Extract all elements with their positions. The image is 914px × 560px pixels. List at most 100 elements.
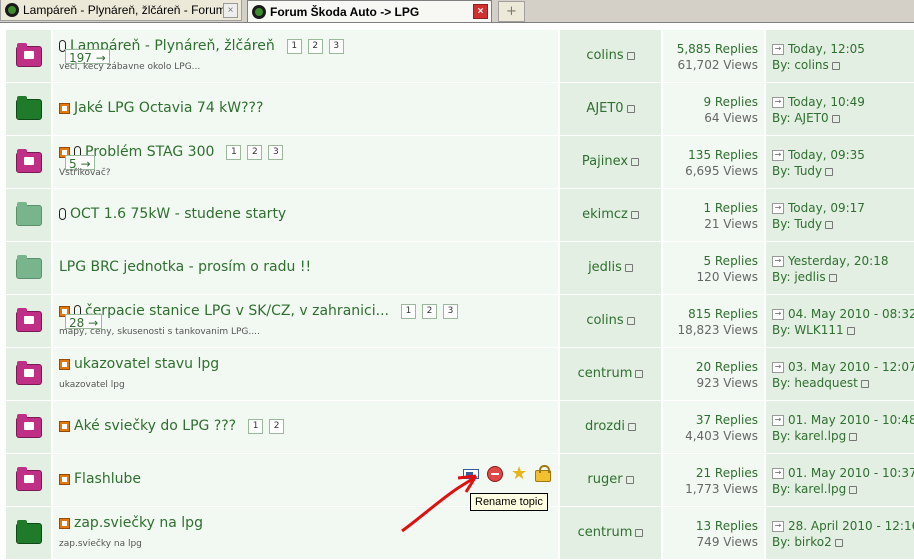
page-link[interactable]: 1 [226, 144, 242, 160]
starter-link[interactable]: centrum [578, 525, 633, 540]
browser-tab-lampar[interactable]: Lampáreň - Plynáreň, žlčáreň - Forum Š..… [0, 0, 242, 21]
profile-popup-icon[interactable] [635, 369, 644, 378]
starter-link[interactable]: Pajinex [582, 154, 628, 169]
profile-popup-icon[interactable] [635, 528, 644, 537]
replies-count[interactable]: 1 Replies [703, 200, 758, 216]
new-tab-button[interactable]: + [498, 1, 525, 22]
last-post-date[interactable]: Today, 10:49 [788, 95, 865, 109]
profile-popup-icon[interactable] [834, 538, 843, 547]
page-link[interactable]: 2 [269, 418, 285, 434]
goto-last-post-icon[interactable]: → [772, 362, 784, 373]
last-post-date[interactable]: 01. May 2010 - 10:37 [788, 466, 914, 480]
topic-title-link[interactable]: LPG BRC jednotka - prosím o radu !! [59, 259, 311, 275]
profile-popup-icon[interactable] [860, 379, 869, 388]
last-post-author[interactable]: By: headquest [772, 376, 858, 390]
last-post-author[interactable]: By: Tudy [772, 164, 822, 178]
last-post-date[interactable]: Today, 09:17 [788, 201, 865, 215]
last-post-author[interactable]: By: karel.lpg [772, 429, 846, 443]
page-link[interactable]: 2 [247, 144, 263, 160]
last-post-author[interactable]: By: karel.lpg [772, 482, 846, 496]
goto-last-post-icon[interactable]: → [772, 256, 784, 267]
last-post-date[interactable]: Yesterday, 20:18 [788, 254, 888, 268]
starter-link[interactable]: ruger [587, 472, 622, 487]
replies-count[interactable]: 13 Replies [696, 518, 758, 534]
lock-topic-icon[interactable] [535, 465, 551, 482]
page-link[interactable]: 1 [248, 418, 264, 434]
browser-tab-forum-lpg[interactable]: Forum Škoda Auto -> LPG × [247, 0, 492, 22]
topic-title-link[interactable]: čerpacie stanice LPG v SK/CZ, v zahranic… [85, 303, 389, 319]
topic-title-link[interactable]: Aké sviečky do LPG ??? [74, 418, 236, 434]
last-post-author[interactable]: By: birko2 [772, 535, 832, 549]
profile-popup-icon[interactable] [831, 114, 840, 123]
starter-link[interactable]: jedlis [588, 260, 622, 275]
starter-link[interactable]: centrum [578, 366, 633, 381]
replies-count[interactable]: 5 Replies [697, 253, 758, 269]
close-tab-icon[interactable]: × [473, 4, 488, 19]
goto-last-post-icon[interactable]: → [772, 521, 784, 532]
last-post-author[interactable]: By: Tudy [772, 217, 822, 231]
goto-last-post-icon[interactable]: → [772, 150, 784, 161]
profile-popup-icon[interactable] [825, 167, 834, 176]
last-post-date[interactable]: Today, 12:05 [788, 42, 865, 56]
last-post-cell: → 28. April 2010 - 12:16 By: birko2 [766, 507, 914, 559]
replies-count[interactable]: 37 Replies [685, 412, 758, 428]
page-link[interactable]: 2 [307, 38, 323, 54]
goto-last-post-icon[interactable]: → [772, 468, 784, 479]
pin-star-icon[interactable]: ★ [511, 465, 527, 483]
profile-popup-icon[interactable] [626, 51, 635, 60]
last-post-author[interactable]: By: colins [772, 58, 829, 72]
starter-link[interactable]: AJET0 [586, 101, 623, 116]
replies-count[interactable]: 9 Replies [703, 94, 758, 110]
delete-topic-icon[interactable] [487, 466, 503, 482]
page-link[interactable]: 3 [268, 144, 284, 160]
profile-popup-icon[interactable] [825, 220, 834, 229]
replies-count[interactable]: 21 Replies [685, 465, 758, 481]
starter-link[interactable]: ekimcz [582, 207, 628, 222]
profile-popup-icon[interactable] [626, 104, 635, 113]
replies-count[interactable]: 5,885 Replies [677, 41, 758, 57]
close-tab-icon[interactable]: × [223, 2, 238, 18]
page-link[interactable]: 2 [421, 303, 437, 319]
goto-last-post-icon[interactable]: → [772, 415, 784, 426]
goto-last-post-icon[interactable]: → [772, 309, 784, 320]
last-post-author[interactable]: By: WLK111 [772, 323, 844, 337]
profile-popup-icon[interactable] [846, 326, 855, 335]
profile-popup-icon[interactable] [627, 422, 636, 431]
last-post-date[interactable]: 28. April 2010 - 12:16 [788, 519, 914, 533]
topic-title-link[interactable]: Jaké LPG Octavia 74 kW??? [74, 100, 263, 116]
page-link[interactable]: 3 [328, 38, 344, 54]
replies-count[interactable]: 815 Replies [677, 306, 758, 322]
profile-popup-icon[interactable] [828, 273, 837, 282]
rename-topic-icon[interactable] [463, 469, 479, 479]
last-post-date[interactable]: 04. May 2010 - 08:32 [788, 307, 914, 321]
profile-popup-icon[interactable] [849, 432, 858, 441]
profile-popup-icon[interactable] [626, 316, 635, 325]
last-post-author[interactable]: By: AJET0 [772, 111, 829, 125]
last-post-date[interactable]: 03. May 2010 - 12:07 [788, 360, 914, 374]
profile-popup-icon[interactable] [849, 485, 858, 494]
profile-popup-icon[interactable] [625, 475, 634, 484]
goto-last-post-icon[interactable]: → [772, 44, 784, 55]
profile-popup-icon[interactable] [831, 61, 840, 70]
topic-title-link[interactable]: OCT 1.6 75kW - studene starty [70, 206, 286, 222]
replies-count[interactable]: 135 Replies [685, 147, 758, 163]
starter-link[interactable]: drozdi [585, 419, 625, 434]
goto-last-post-icon[interactable]: → [772, 97, 784, 108]
profile-popup-icon[interactable] [624, 263, 633, 272]
last-post-author[interactable]: By: jedlis [772, 270, 826, 284]
profile-popup-icon[interactable] [630, 210, 639, 219]
starter-link[interactable]: colins [586, 48, 623, 63]
page-link[interactable]: 3 [442, 303, 458, 319]
topic-title-link[interactable]: Flashlube [74, 471, 141, 487]
last-post-date[interactable]: 01. May 2010 - 10:48 [788, 413, 914, 427]
page-link[interactable]: 1 [286, 38, 302, 54]
goto-last-post-icon[interactable]: → [772, 203, 784, 214]
topic-title-link[interactable]: ukazovatel stavu lpg [74, 356, 219, 372]
topic-title-link[interactable]: Problém STAG 300 [85, 144, 214, 160]
topic-title-link[interactable]: zap.sviečky na lpg [74, 515, 203, 531]
profile-popup-icon[interactable] [631, 157, 640, 166]
replies-count[interactable]: 20 Replies [696, 359, 758, 375]
last-post-date[interactable]: Today, 09:35 [788, 148, 865, 162]
page-link[interactable]: 1 [400, 303, 416, 319]
starter-link[interactable]: colins [586, 313, 623, 328]
